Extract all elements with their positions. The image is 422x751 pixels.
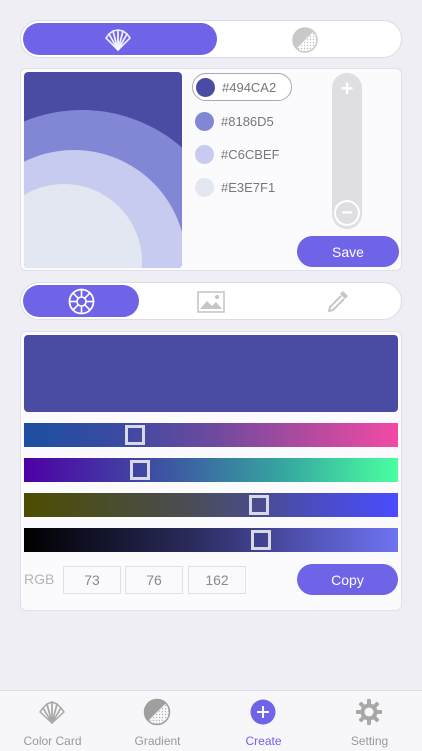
color-preview <box>24 335 398 412</box>
tab-label: Color Card <box>23 734 82 748</box>
swatch-row-2[interactable]: #8186D5 <box>192 107 292 135</box>
color-fan-icon <box>105 29 131 51</box>
swatch-row-1[interactable]: #494CA2 <box>192 73 292 101</box>
blue-input[interactable]: 162 <box>188 566 246 594</box>
alpha-slider-thumb[interactable] <box>251 530 271 550</box>
copy-button[interactable]: Copy <box>297 564 398 595</box>
tab-bar: Color Card Gradient Create Setting <box>0 690 422 751</box>
swatch-dot <box>195 111 214 131</box>
eyedropper-icon <box>328 291 348 312</box>
gradient-circle-icon <box>292 27 318 53</box>
swatch-hex-label: #E3E7F1 <box>221 179 276 195</box>
plus-icon: + <box>340 76 354 101</box>
swatch-count-stepper: + − <box>332 73 362 229</box>
hue-slider[interactable] <box>24 423 398 447</box>
mode-segmented-control <box>20 20 402 58</box>
swatch-row-4[interactable]: #E3E7F1 <box>192 173 292 201</box>
swatch-hex-label: #C6CBEF <box>221 146 280 162</box>
tab-setting[interactable]: Setting <box>317 691 422 751</box>
tab-label: Gradient <box>134 734 181 748</box>
plus-circle-icon <box>250 699 276 725</box>
hue-slider-thumb[interactable] <box>125 425 145 445</box>
palette-preview <box>24 72 182 268</box>
tab-create[interactable]: Create <box>211 691 316 751</box>
alpha-slider[interactable] <box>24 528 398 552</box>
rgb-label: RGB <box>24 571 55 587</box>
swatch-dot <box>196 77 215 97</box>
save-button[interactable]: Save <box>297 236 399 267</box>
brightness-slider-thumb[interactable] <box>249 495 269 515</box>
red-input[interactable]: 73 <box>63 566 121 594</box>
color-card-segment[interactable] <box>23 23 217 55</box>
gradient-circle-icon <box>143 698 171 726</box>
swatch-hex-label: #494CA2 <box>222 79 277 95</box>
swatch-row-3[interactable]: #C6CBEF <box>192 140 292 168</box>
tab-label: Setting <box>350 734 389 748</box>
saturation-slider[interactable] <box>24 458 398 482</box>
picker-segmented-control <box>20 282 402 320</box>
fan-deck-icon <box>39 701 65 724</box>
green-input[interactable]: 76 <box>125 566 183 594</box>
add-swatch-button[interactable]: + <box>335 77 359 101</box>
swatch-dot <box>195 144 214 164</box>
tab-color-card[interactable]: Color Card <box>0 691 105 751</box>
image-segment[interactable] <box>151 285 271 317</box>
palette-card: #494CA2 #8186D5 #C6CBEF #E3E7F1 + − Save <box>20 68 402 271</box>
minus-icon: − <box>341 202 353 224</box>
swatch-hex-label: #8186D5 <box>221 113 274 129</box>
swatch-dot <box>195 177 214 197</box>
tab-gradient[interactable]: Gradient <box>105 691 210 751</box>
gear-icon <box>356 699 382 725</box>
brightness-slider[interactable] <box>24 493 398 517</box>
remove-swatch-button[interactable]: − <box>334 200 360 226</box>
image-icon <box>197 291 225 313</box>
tab-label: Create <box>245 734 282 748</box>
color-wheel-segment[interactable] <box>23 285 139 317</box>
eyedropper-segment[interactable] <box>277 285 399 317</box>
saturation-slider-thumb[interactable] <box>130 460 150 480</box>
gradient-segment[interactable] <box>215 23 401 55</box>
color-wheel-icon <box>68 288 95 315</box>
